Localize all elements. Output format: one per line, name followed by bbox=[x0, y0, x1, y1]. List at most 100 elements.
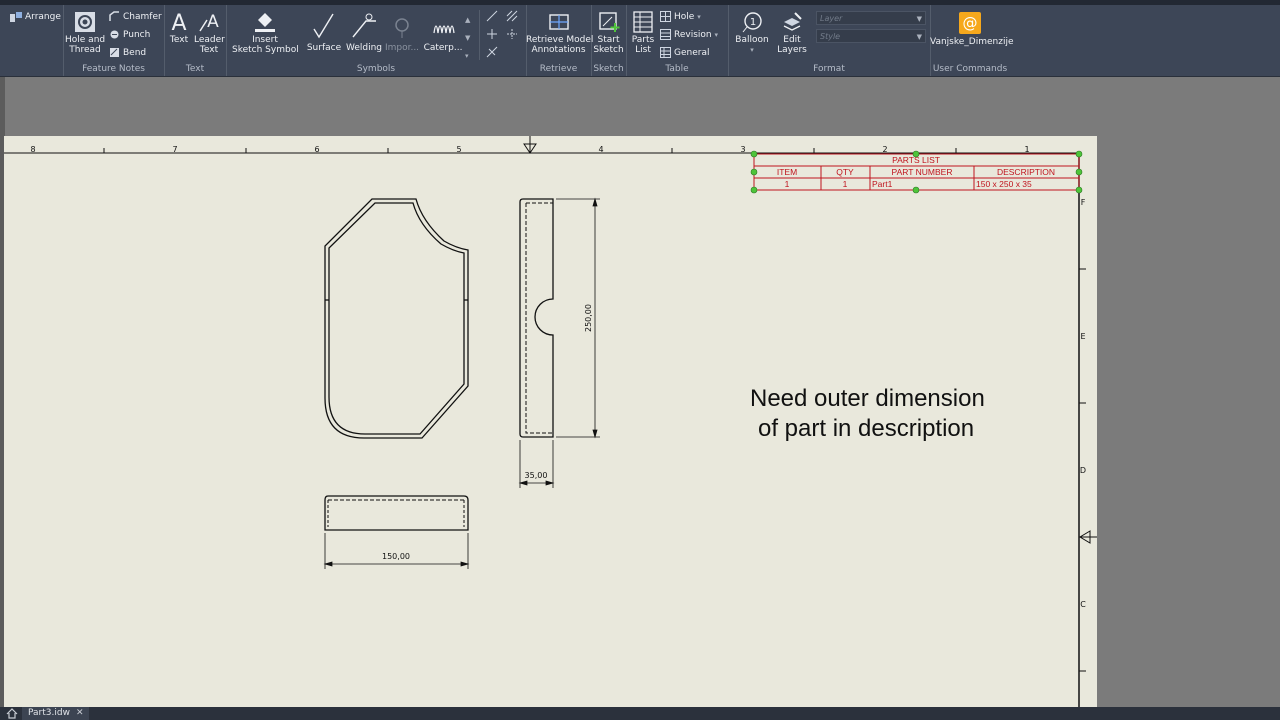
ruler-number: 5 bbox=[456, 145, 461, 154]
symbols-scroll-up[interactable]: ▲ bbox=[465, 13, 470, 27]
parts-list-table[interactable]: PARTS LIST ITEM QTY PART NUMBER DESCRIPT… bbox=[750, 150, 1083, 194]
bend-icon bbox=[110, 48, 119, 57]
chamfer-icon bbox=[109, 11, 119, 21]
group-label-retrieve: Retrieve bbox=[539, 64, 578, 74]
line-tool-button[interactable] bbox=[486, 9, 501, 23]
center-pattern-icon bbox=[507, 28, 517, 39]
group-text: A Text A Leader Text Text bbox=[164, 5, 227, 76]
group-format: 1 Balloon ▾ Edit Layers Layer ▼ Style ▼ Fo… bbox=[728, 5, 931, 76]
parts-list-cell[interactable]: Part1 bbox=[872, 179, 893, 189]
group-label-feature-notes: Feature Notes bbox=[82, 64, 145, 74]
ruler-number: 1 bbox=[1024, 145, 1029, 154]
dimension-width[interactable] bbox=[323, 533, 470, 569]
layer-combo[interactable]: Layer ▼ bbox=[816, 11, 926, 25]
general-table-icon bbox=[660, 47, 671, 58]
bottom-view[interactable] bbox=[324, 495, 469, 531]
group-label-text: Text bbox=[185, 64, 205, 74]
parts-list-header: ITEM bbox=[777, 167, 797, 177]
parts-list-cell[interactable]: 1 bbox=[785, 179, 790, 189]
center-mark-top-icon bbox=[523, 136, 537, 154]
text-a-icon: A bbox=[171, 11, 186, 33]
group-label-format: Format bbox=[813, 64, 845, 74]
hatch-tool-button[interactable] bbox=[506, 9, 521, 23]
svg-text:@: @ bbox=[963, 14, 978, 32]
ruler-number: 3 bbox=[740, 145, 745, 154]
start-sketch-icon bbox=[598, 12, 619, 32]
dimension-height[interactable] bbox=[556, 197, 600, 439]
leader-text-button[interactable]: A Leader Text bbox=[194, 11, 225, 55]
punch-button[interactable]: Punch bbox=[109, 28, 150, 42]
center-mark-right-icon bbox=[1079, 530, 1097, 544]
drawing-sheet[interactable]: 8 7 6 5 4 3 2 1 F E D C 250,00 35,00 150… bbox=[4, 136, 1097, 707]
symbols-divider bbox=[479, 10, 480, 60]
center-pattern-button[interactable] bbox=[506, 27, 521, 41]
parts-list-cell[interactable]: 150 x 250 x 35 bbox=[976, 179, 1032, 189]
parts-list-header: PART NUMBER bbox=[892, 167, 953, 177]
side-view[interactable] bbox=[519, 198, 554, 438]
group-retrieve: Retrieve Model Annotations Retrieve bbox=[526, 5, 593, 76]
insert-sketch-symbol-button[interactable]: Insert Sketch Symbol bbox=[232, 11, 299, 55]
arrange-button[interactable]: Arrange bbox=[10, 10, 61, 24]
style-combo[interactable]: Style ▼ bbox=[816, 29, 926, 43]
note-line-2: of part in description bbox=[758, 415, 975, 442]
welding-symbol-icon bbox=[352, 13, 376, 38]
ribbon: Arrange Hole and Thread Chamfer Punch Be… bbox=[0, 0, 1280, 77]
retrieve-annotations-icon bbox=[548, 14, 569, 30]
ruler-number: 6 bbox=[314, 145, 319, 154]
ilogic-rule-icon: @ bbox=[959, 12, 981, 34]
edit-layers-button[interactable]: Edit Layers bbox=[776, 11, 808, 55]
group-symbols: Insert Sketch Symbol Surface Welding Imp… bbox=[226, 5, 527, 76]
hole-thread-icon bbox=[75, 12, 95, 32]
layers-icon bbox=[783, 12, 802, 31]
dimension-thickness[interactable] bbox=[518, 440, 555, 488]
import-button[interactable]: Impor... bbox=[384, 11, 420, 53]
annotation-note[interactable]: Need outer dimension of part in descript… bbox=[750, 384, 985, 444]
balloon-button[interactable]: 1 Balloon ▾ bbox=[734, 11, 770, 55]
front-view[interactable] bbox=[324, 198, 469, 439]
arrange-icon bbox=[10, 11, 22, 22]
hatch-icon bbox=[506, 10, 518, 21]
revision-table-button[interactable]: Revision ▾ bbox=[660, 28, 718, 42]
style-combo-chevron-icon: ▼ bbox=[916, 33, 922, 41]
document-tab[interactable]: Part3.idw ✕ bbox=[22, 707, 90, 720]
caterpillar-button[interactable]: Caterp... bbox=[423, 11, 463, 53]
symbols-expand[interactable]: ▾ bbox=[465, 49, 469, 63]
parts-list-cell[interactable]: 1 bbox=[843, 179, 848, 189]
group-table: Parts List Hole ▾ Revision ▾ General Tab… bbox=[626, 5, 729, 76]
general-table-button[interactable]: General bbox=[660, 46, 709, 60]
dimension-height-text[interactable]: 250,00 bbox=[584, 304, 593, 332]
surface-button[interactable]: Surface bbox=[306, 11, 342, 53]
svg-text:A: A bbox=[207, 12, 219, 32]
home-icon[interactable] bbox=[6, 708, 18, 719]
ruler-number: 2 bbox=[882, 145, 887, 154]
group-label-table: Table bbox=[665, 64, 689, 74]
zone-letter: F bbox=[1081, 198, 1086, 207]
hole-table-button[interactable]: Hole ▾ bbox=[660, 10, 701, 24]
line-icon bbox=[486, 10, 498, 21]
parts-list-button[interactable]: Parts List bbox=[628, 11, 658, 55]
symbols-scroll-down[interactable]: ▼ bbox=[465, 31, 470, 45]
chamfer-button[interactable]: Chamfer bbox=[109, 10, 162, 24]
group-label-symbols: Symbols bbox=[356, 64, 396, 74]
start-sketch-button[interactable]: Start Sketch bbox=[591, 11, 626, 55]
dimension-thickness-text[interactable]: 35,00 bbox=[525, 471, 548, 480]
parts-list-header: DESCRIPTION bbox=[997, 167, 1055, 177]
centermark-button[interactable] bbox=[486, 27, 501, 41]
close-icon[interactable]: ✕ bbox=[76, 708, 84, 718]
hole-and-thread-button[interactable]: Hole and Thread bbox=[65, 11, 105, 55]
bend-button[interactable]: Bend bbox=[109, 46, 146, 60]
welding-button[interactable]: Welding bbox=[344, 11, 384, 53]
retrieve-model-annotations-button[interactable]: Retrieve Model Annotations bbox=[526, 11, 593, 55]
svg-text:1: 1 bbox=[750, 17, 756, 28]
vanjske-dimenzije-button[interactable]: @ Vanjske_Dimenzije bbox=[930, 11, 1014, 47]
group-user-commands: @ Vanjske_Dimenzije User Commands bbox=[930, 5, 1014, 76]
hole-dropdown-chevron-icon: ▾ bbox=[697, 13, 701, 21]
balloon-dropdown-chevron-icon: ▾ bbox=[750, 46, 754, 54]
text-button[interactable]: A Text bbox=[168, 11, 190, 45]
bisector-button[interactable] bbox=[486, 45, 501, 59]
sketch-symbol-icon bbox=[255, 13, 275, 32]
bisector-icon bbox=[486, 46, 498, 57]
layer-combo-chevron-icon: ▼ bbox=[916, 15, 922, 23]
leader-text-icon: A bbox=[199, 12, 219, 32]
dimension-width-text[interactable]: 150,00 bbox=[382, 552, 410, 561]
